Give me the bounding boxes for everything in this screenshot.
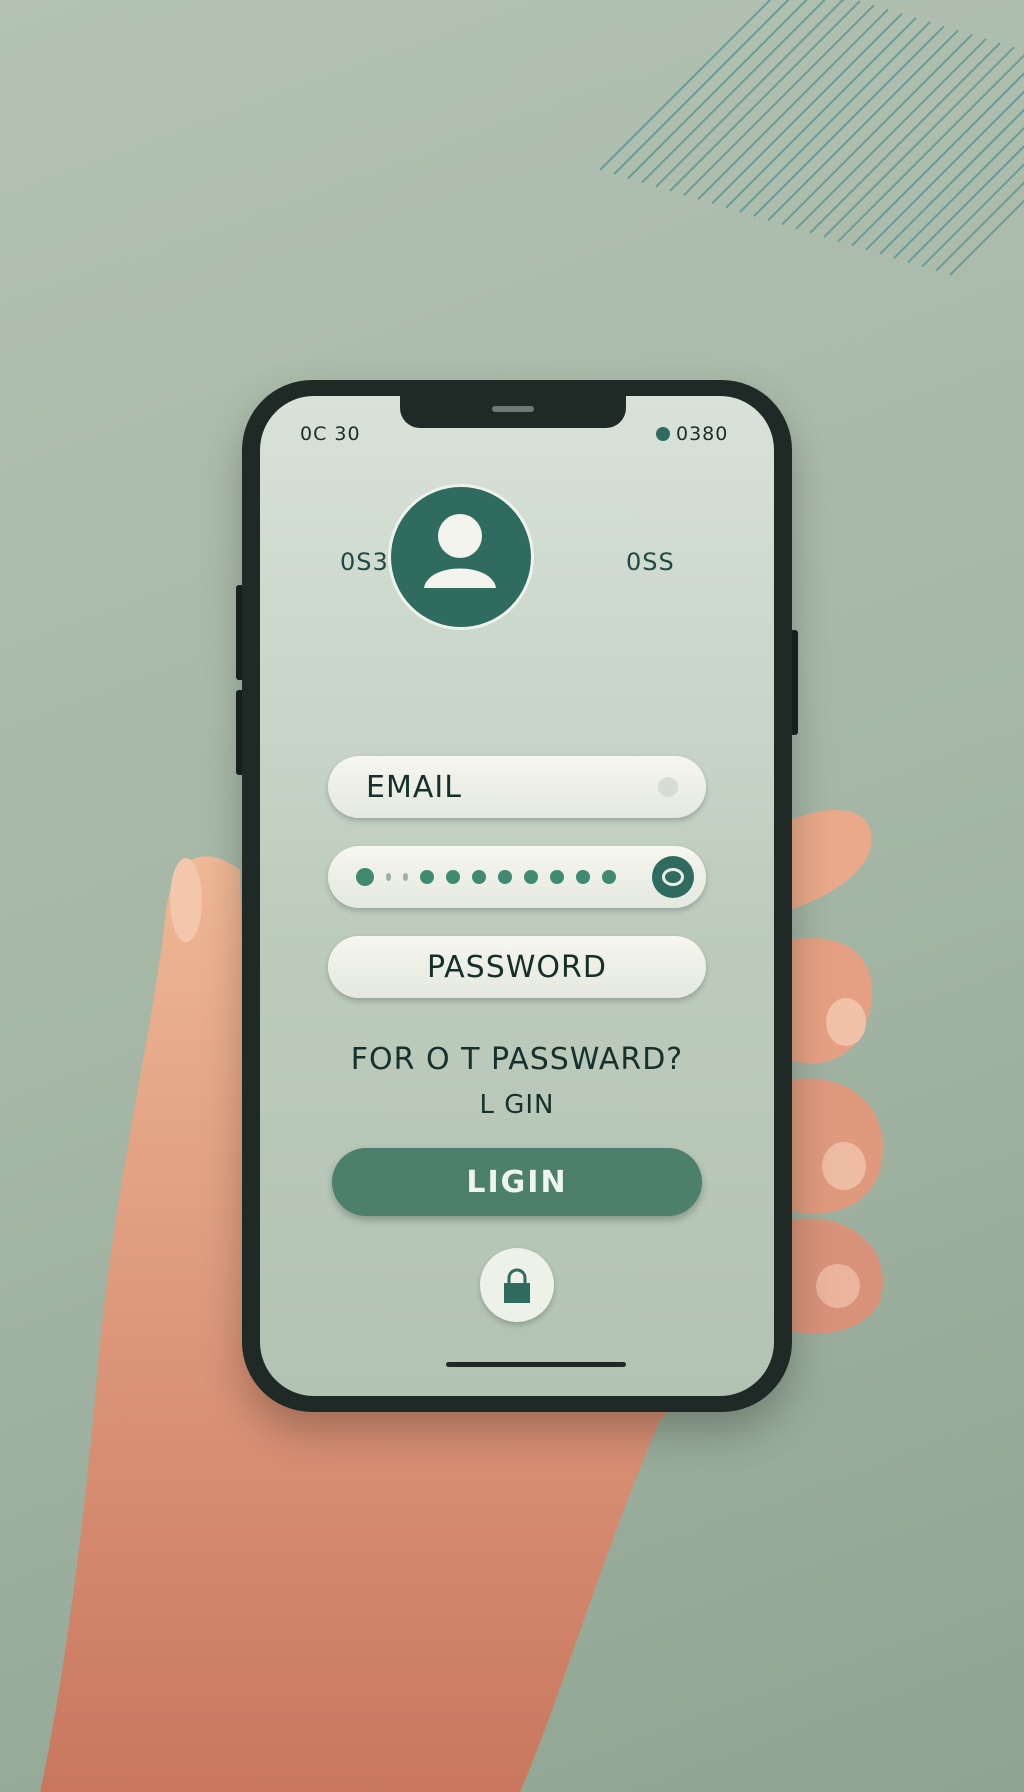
lock-icon [504,1268,530,1303]
header-left-label: 0S3 [340,548,389,576]
password-field[interactable]: PASSWORD [328,936,706,998]
password-dots [356,868,628,886]
password-dot [524,870,538,884]
phone-screen: 0C 30 0380 0S3 0SS EMAIL PASSWORD FOR O … [260,396,774,1396]
status-time: 0C 30 [300,423,361,445]
password-dot [356,868,374,886]
password-dot [550,870,564,884]
phone: 0C 30 0380 0S3 0SS EMAIL PASSWORD FOR O … [242,380,792,1412]
email-input[interactable]: EMAIL [328,756,706,818]
login-link[interactable]: L GIN [260,1090,774,1120]
password-dot [386,873,391,881]
user-icon [424,514,496,588]
password-input[interactable] [328,846,706,908]
password-dot [472,870,486,884]
password-dot [403,873,408,881]
home-indicator[interactable] [446,1362,626,1367]
password-dot [602,870,616,884]
speaker [492,406,534,412]
password-dot [446,870,460,884]
password-dot [498,870,512,884]
password-placeholder: PASSWORD [426,949,607,985]
input-indicator [658,777,678,797]
password-dot [576,870,590,884]
status-right: 0380 [676,423,729,445]
header-right-label: 0SS [626,548,675,576]
avatar[interactable] [388,484,534,630]
lock-button[interactable] [480,1248,554,1322]
forgot-password-link[interactable]: FOR O T PASSWARD? [260,1042,774,1077]
password-dot [420,870,434,884]
notch [400,396,626,428]
battery-icon [656,427,670,441]
email-placeholder: EMAIL [366,769,462,805]
eye-icon[interactable] [652,856,694,898]
login-button[interactable]: LIGIN [332,1148,702,1216]
